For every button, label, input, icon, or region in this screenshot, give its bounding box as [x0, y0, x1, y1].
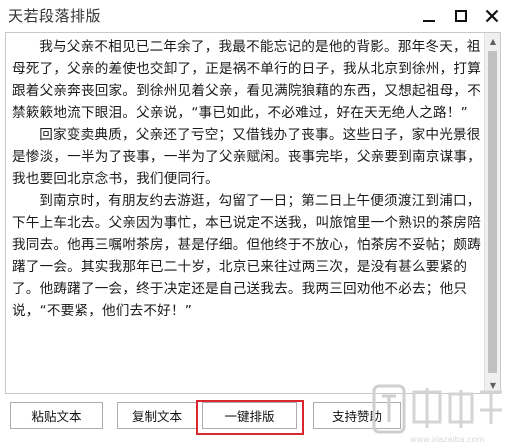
paragraph: 回家变卖典质，父亲还了亏空；又借钱办了丧事。这些日子，家中光景很是惨淡，一半为了…: [12, 127, 481, 187]
close-button[interactable]: [480, 4, 504, 28]
editor-content[interactable]: 我与父亲不相见已二年余了，我最不能忘记的是他的背影。那年冬天，祖母死了，父亲的差…: [12, 36, 482, 392]
minimize-icon: [423, 20, 435, 22]
paragraph: 我与父亲不相见已二年余了，我最不能忘记的是他的背影。那年冬天，祖母死了，父亲的差…: [12, 39, 481, 121]
app-window: 天若段落排版 我与父亲不相见已二年余了，我最不能忘记的是他的背影。那年冬天，祖母…: [0, 0, 508, 445]
minimize-button[interactable]: [417, 4, 441, 28]
maximize-icon: [455, 10, 467, 22]
scroll-up-icon[interactable]: ▲: [485, 33, 500, 49]
title-bar[interactable]: 天若段落排版: [0, 0, 508, 32]
svg-text:www.xiazaiba.com: www.xiazaiba.com: [410, 435, 484, 444]
paragraph: 到南京时，有朋友约去游逛，勾留了一日；第二日上午便须渡江到浦口，下午上车北去。父…: [12, 193, 481, 319]
copy-text-button[interactable]: 复制文本: [117, 402, 197, 429]
close-icon: [485, 9, 499, 23]
highlight-annotation: [196, 400, 304, 435]
vertical-scrollbar[interactable]: ▲ ▼: [484, 33, 500, 393]
scroll-thumb[interactable]: [488, 51, 497, 373]
text-editor[interactable]: 我与父亲不相见已二年余了，我最不能忘记的是他的背影。那年冬天，祖母死了，父亲的差…: [5, 32, 501, 394]
paste-text-button[interactable]: 粘贴文本: [10, 402, 103, 429]
maximize-button[interactable]: [449, 4, 473, 28]
window-title: 天若段落排版: [8, 7, 102, 25]
watermark-logo: www.xiazaiba.com: [372, 384, 502, 444]
